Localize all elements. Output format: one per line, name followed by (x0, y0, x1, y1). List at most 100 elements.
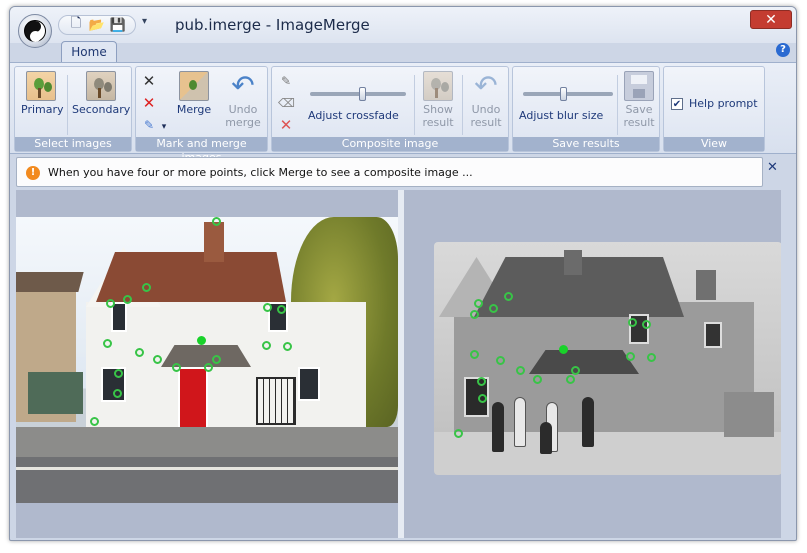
blur-size-label: Adjust blur size (519, 109, 604, 122)
merge-icon (179, 71, 209, 101)
save-result-label: Save result (623, 103, 655, 129)
eraser-icon[interactable]: ⌫ (278, 95, 295, 111)
marker-point[interactable] (504, 292, 513, 301)
merge-label: Merge (176, 103, 212, 116)
marker-point[interactable] (516, 366, 525, 375)
group-label-select-images: Select images (15, 137, 131, 151)
primary-label: Primary (21, 103, 64, 116)
marker-point[interactable] (106, 299, 115, 308)
marker-point[interactable] (489, 304, 498, 313)
crossfade-label: Adjust crossfade (308, 109, 399, 122)
marker-point[interactable] (566, 375, 575, 384)
help-prompt-label[interactable]: Help prompt (689, 97, 758, 110)
save-result-button[interactable]: Save result (620, 71, 658, 129)
group-label-mark-merge: Mark and merge images (136, 137, 267, 164)
help-icon[interactable]: ? (776, 43, 790, 57)
clear-mask-icon[interactable]: ✕ (278, 117, 294, 133)
marker-point[interactable] (153, 355, 162, 364)
marker-color-dropdown-icon[interactable]: ▾ (156, 119, 172, 135)
group-view: ✔ Help prompt View (663, 66, 765, 152)
notification-close-button[interactable]: ✕ (767, 160, 778, 175)
marker-point[interactable] (283, 342, 292, 351)
marker-color-icon[interactable]: ✎ (141, 117, 157, 133)
info-icon: ! (26, 166, 40, 180)
marker-point-selected[interactable] (197, 336, 206, 345)
blur-size-slider[interactable] (523, 87, 613, 101)
marker-point[interactable] (90, 417, 99, 426)
ribbon-tab-row: Home ? (10, 37, 796, 63)
primary-button[interactable]: Primary (21, 71, 64, 116)
show-result-button[interactable]: Show result (418, 71, 458, 129)
crossfade-slider-thumb[interactable] (359, 87, 366, 101)
yin-yang-icon (24, 20, 46, 42)
marker-point[interactable] (172, 363, 181, 372)
save-result-icon (624, 71, 654, 101)
undo-merge-button[interactable]: ↶ Undo merge (222, 69, 264, 130)
marker-point[interactable] (642, 320, 651, 329)
ribbon: Primary Secondary Select images ✕ ✕ ✎ ▾ … (10, 62, 796, 164)
primary-image-pane[interactable] (16, 190, 398, 538)
marker-point[interactable] (626, 352, 635, 361)
group-composite: ✎ ⌫ ✕ Adjust crossfade Show result ↶ Und… (271, 66, 509, 152)
marker-point[interactable] (628, 318, 637, 327)
secondary-photo[interactable] (434, 242, 781, 475)
delete-point-icon[interactable]: ✕ (141, 73, 157, 89)
marker-point[interactable] (204, 363, 213, 372)
marker-point[interactable] (470, 310, 479, 319)
marker-point[interactable] (114, 369, 123, 378)
secondary-button[interactable]: Secondary (72, 71, 130, 116)
marker-point[interactable] (571, 366, 580, 375)
show-result-label: Show result (422, 103, 454, 129)
marker-point[interactable] (113, 389, 122, 398)
new-document-icon[interactable]: 🗋 (67, 16, 85, 33)
window-title: pub.imerge - ImageMerge (175, 16, 370, 34)
close-button[interactable]: ✕ (750, 10, 792, 29)
marker-point[interactable] (533, 375, 542, 384)
marker-point[interactable] (123, 295, 132, 304)
group-mark-merge: ✕ ✕ ✎ ▾ Merge ↶ Undo merge Mark and merg… (135, 66, 268, 164)
marker-point[interactable] (477, 377, 486, 386)
show-result-icon (423, 71, 453, 101)
undo-result-button[interactable]: ↶ Undo result (466, 69, 506, 130)
group-label-view: View (664, 137, 764, 151)
marker-point[interactable] (103, 339, 112, 348)
secondary-image-pane[interactable] (404, 190, 781, 538)
qat-customize-button[interactable]: ▾ (142, 16, 147, 27)
marker-point-selected[interactable] (559, 345, 568, 354)
marker-point[interactable] (454, 429, 463, 438)
group-label-composite: Composite image (272, 137, 508, 151)
undo-result-label: Undo result (470, 103, 502, 129)
marker-point[interactable] (474, 299, 483, 308)
merge-button[interactable]: Merge (174, 71, 214, 116)
marker-point[interactable] (262, 341, 271, 350)
tab-home[interactable]: Home (61, 41, 117, 63)
help-prompt-checkbox[interactable]: ✔ (671, 98, 683, 110)
marker-point[interactable] (135, 348, 144, 357)
secondary-label: Secondary (72, 103, 131, 116)
marker-point[interactable] (647, 353, 656, 362)
undo-merge-icon: ↶ (231, 69, 255, 102)
marker-point[interactable] (142, 283, 151, 292)
group-label-save-results: Save results (513, 137, 659, 151)
undo-merge-label: Undo merge (225, 103, 261, 129)
marker-point[interactable] (470, 350, 479, 359)
marker-point[interactable] (212, 217, 221, 226)
marker-point[interactable] (478, 394, 487, 403)
marker-point[interactable] (496, 356, 505, 365)
brush-icon[interactable]: ✎ (278, 73, 294, 89)
application-menu-button[interactable] (18, 14, 52, 48)
marker-point[interactable] (263, 303, 272, 312)
notification-text: When you have four or more points, click… (48, 166, 473, 179)
primary-photo[interactable] (16, 217, 398, 503)
app-window: 🗋 📂 💾 ▾ pub.imerge - ImageMerge ✕ Home ?… (9, 6, 797, 541)
open-folder-icon[interactable]: 📂 (88, 17, 106, 33)
blur-size-slider-thumb[interactable] (560, 87, 567, 101)
quick-access-toolbar: 🗋 📂 💾 (58, 15, 136, 35)
marker-point[interactable] (212, 355, 221, 364)
save-disk-icon[interactable]: 💾 (109, 17, 127, 33)
notification-bar: ! When you have four or more points, cli… (16, 157, 763, 187)
marker-point[interactable] (277, 305, 286, 314)
undo-result-icon: ↶ (474, 69, 498, 102)
crossfade-slider[interactable] (310, 87, 406, 101)
delete-all-points-icon[interactable]: ✕ (141, 95, 157, 111)
